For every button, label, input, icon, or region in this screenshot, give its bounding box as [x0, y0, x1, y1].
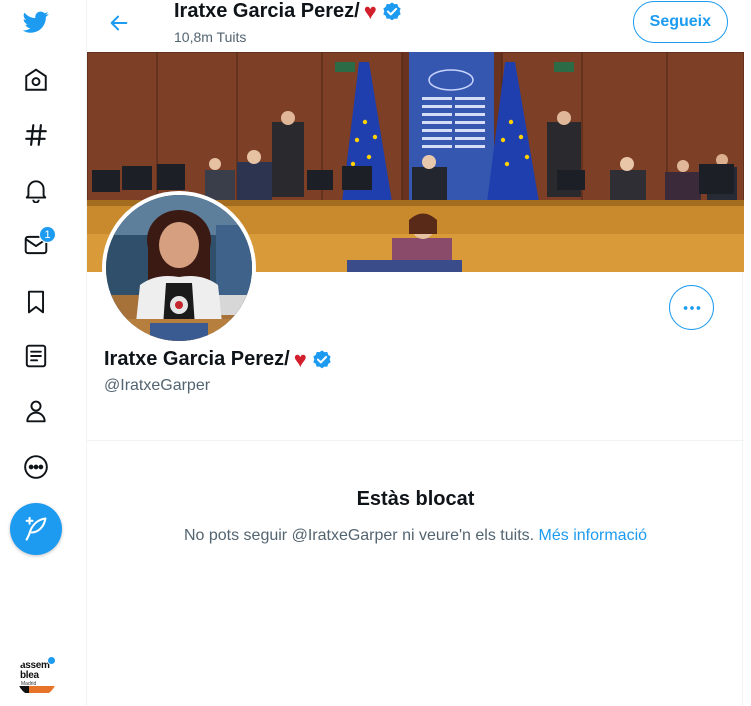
blocked-message-text: No pots seguir @IratxeGarper ni veure'n … — [183, 527, 535, 544]
follow-button[interactable]: Segueix — [632, 1, 728, 43]
bookmarks-icon[interactable] — [14, 280, 58, 324]
profile-display-name: Iratxe Garcia Perez/ ♥ — [104, 348, 333, 371]
profile-icon[interactable] — [14, 389, 58, 433]
account-notification-dot — [47, 656, 56, 665]
heart-emoji-icon: ♥ — [363, 0, 377, 24]
explore-hashtag-icon[interactable] — [14, 113, 58, 157]
blocked-message: No pots seguir @IratxeGarper ni veure'n … — [87, 527, 744, 545]
compose-feather-icon — [25, 516, 47, 541]
back-arrow-icon — [110, 15, 128, 31]
home-icon[interactable] — [14, 58, 58, 102]
header-display-name: Iratxe Garcia Perez/ ♥ — [174, 0, 403, 23]
profile-name-text: Iratxe Garcia Perez/ — [104, 348, 290, 370]
profile-handle: @IratxeGarper — [104, 377, 211, 394]
more-options-button[interactable] — [669, 285, 714, 330]
heart-emoji-icon: ♥ — [293, 346, 307, 372]
twitter-logo-icon[interactable] — [14, 0, 58, 44]
verified-badge-icon — [313, 349, 331, 368]
profile-header-bar: Iratxe Garcia Perez/ ♥ 10,8m Tuits Segue… — [87, 0, 744, 52]
messages-badge: 1 — [39, 226, 56, 243]
tweet-count: 10,8m Tuits — [174, 29, 247, 45]
account-logo-text: assem blea — [20, 660, 50, 681]
compose-tweet-button[interactable] — [10, 503, 62, 555]
section-divider — [87, 440, 744, 441]
blocked-title: Estàs blocat — [356, 488, 475, 510]
notifications-bell-icon[interactable] — [14, 168, 58, 212]
verified-badge-icon — [383, 1, 401, 20]
profile-avatar[interactable] — [102, 191, 256, 345]
more-dots-icon — [683, 305, 700, 310]
messages-envelope-icon[interactable]: 1 — [14, 223, 58, 267]
header-name-text: Iratxe Garcia Perez/ — [174, 0, 360, 22]
more-circle-icon[interactable] — [14, 445, 58, 489]
back-button[interactable] — [101, 5, 137, 41]
account-logo-stripe — [17, 686, 57, 693]
lists-icon[interactable] — [14, 334, 58, 378]
left-nav: 1 assem blea Madrid — [0, 0, 86, 706]
learn-more-link[interactable]: Més informació — [539, 527, 647, 544]
profile-column: Iratxe Garcia Perez/ ♥ 10,8m Tuits Segue… — [86, 0, 744, 706]
